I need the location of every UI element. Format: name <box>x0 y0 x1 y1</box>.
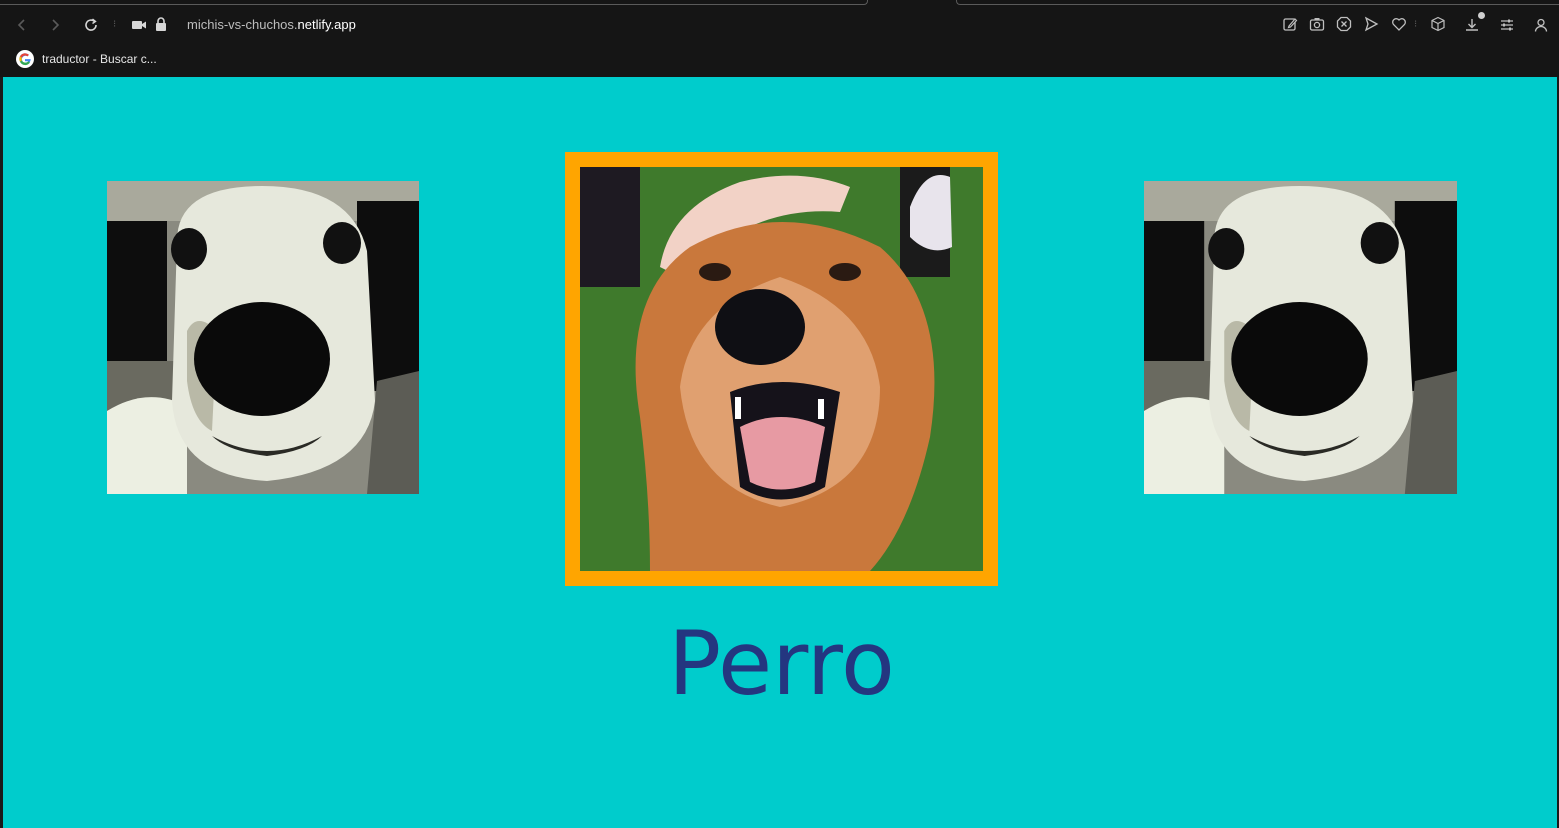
settings-icon[interactable] <box>1496 14 1518 36</box>
bookmark-traductor[interactable]: traductor - Buscar c... <box>16 49 157 69</box>
toolbar-separator: ⁝ <box>113 19 117 30</box>
url-domain: netlify.app <box>297 17 356 32</box>
google-icon <box>16 50 34 68</box>
tab-strip-right <box>956 0 1559 5</box>
reload-icon[interactable] <box>80 14 102 36</box>
window-edge-left <box>0 77 3 828</box>
profile-icon[interactable] <box>1530 14 1552 36</box>
camera-icon[interactable] <box>128 14 150 36</box>
url-subdomain: michis-vs-chuchos. <box>187 17 298 32</box>
browser-toolbar: ⁝ michis-vs-chuchos.netlify.app ⁝ traduc… <box>0 0 1559 77</box>
forward-icon[interactable] <box>44 14 66 36</box>
toolbar-separator: ⁝ <box>1414 19 1418 30</box>
bookmark-label: traductor - Buscar c... <box>42 52 157 66</box>
white-dog-meme-image-right <box>1144 181 1457 494</box>
tab-strip-left <box>0 0 868 5</box>
animal-name-title: Perro <box>668 612 895 715</box>
heart-icon[interactable] <box>1388 13 1410 35</box>
edit-icon[interactable] <box>1279 13 1301 35</box>
download-badge <box>1478 12 1485 19</box>
screenshot-icon[interactable] <box>1306 13 1328 35</box>
adblock-icon[interactable] <box>1333 13 1355 35</box>
golden-retriever-image <box>580 167 983 571</box>
address-bar[interactable]: michis-vs-chuchos.netlify.app <box>187 15 356 35</box>
back-icon[interactable] <box>11 14 33 36</box>
box-icon[interactable] <box>1427 13 1449 35</box>
send-icon[interactable] <box>1360 13 1382 35</box>
main-animal-frame[interactable] <box>565 152 998 586</box>
lock-icon[interactable] <box>150 13 172 35</box>
white-dog-meme-image-left <box>107 181 419 494</box>
